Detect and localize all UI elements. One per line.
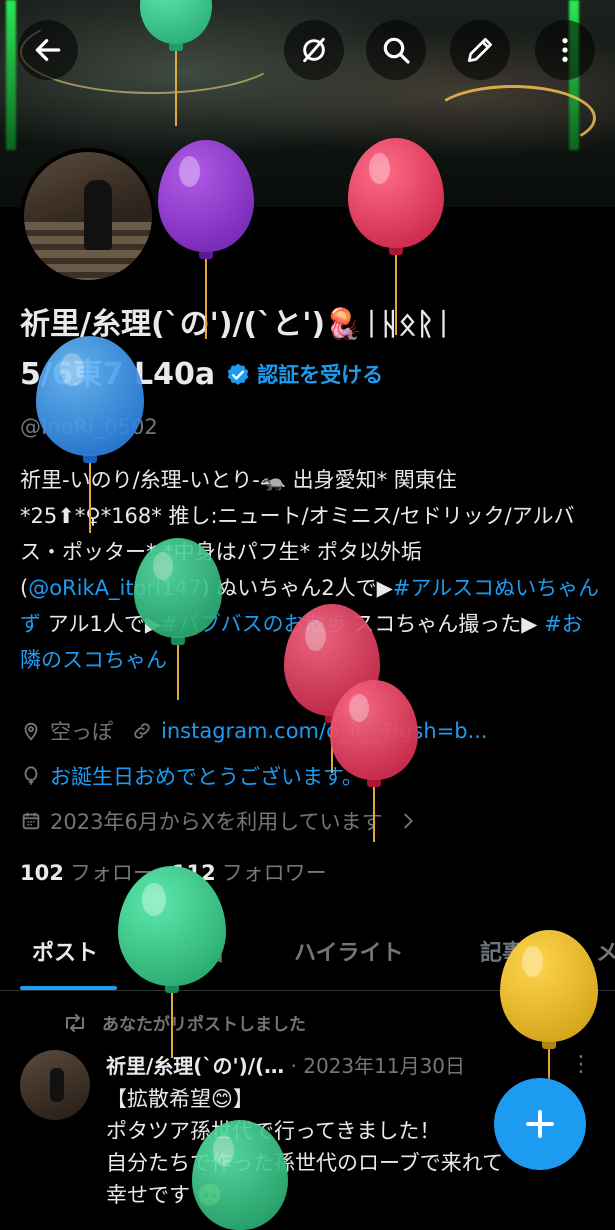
post-line-4: 幸せです 🥺 xyxy=(106,1183,223,1207)
back-button[interactable] xyxy=(18,20,78,80)
profile-avatar[interactable] xyxy=(20,148,156,284)
tab-media[interactable]: メ xyxy=(596,935,615,967)
verify-label: 認証を受ける xyxy=(257,363,384,387)
profile-name: 祈里/糸理(`の')/(`と')🪼ᛁᚺᛟᚱᛁ 5/6東7 L40a 認証を受ける xyxy=(20,305,600,395)
search-icon xyxy=(383,37,410,64)
profile-website-link[interactable]: instagram.com/o_ii__?igsh=b... xyxy=(161,719,488,743)
arrow-left-icon xyxy=(35,39,61,61)
bio-text-2: ) ぬいちゃん2人で▶ xyxy=(201,576,393,600)
compose-post-button[interactable] xyxy=(494,1078,586,1170)
follow-stats: 102 フォロー 112 フォロワー xyxy=(20,857,327,887)
tab-highlights[interactable]: ハイライト xyxy=(294,935,404,967)
repost-label: あなたがリポストしました xyxy=(102,1015,306,1035)
followers-link[interactable]: 112 フォロワー xyxy=(172,857,327,887)
profile-handle: @InoRi_0502 xyxy=(20,415,158,439)
tab-replies[interactable]: 返信 xyxy=(180,935,224,967)
chevron-right-icon xyxy=(403,813,413,829)
more-vertical-icon xyxy=(562,38,568,62)
profile-joined-row[interactable]: 2023年6月からXを利用しています xyxy=(20,806,419,836)
balloon-icon xyxy=(24,766,38,785)
profile-name-line1: 祈里/糸理(`の')/(`と')🪼ᛁᚺᛟᚱᛁ xyxy=(20,307,453,342)
calendar-icon xyxy=(22,812,40,830)
bio-hashtag-2[interactable]: #パブバスのお散歩 xyxy=(161,612,347,636)
followers-label: フォロワー xyxy=(221,861,327,885)
avatar-figure xyxy=(84,180,112,250)
balloon-knot xyxy=(367,778,381,787)
profile-birthday[interactable]: お誕生日おめでとうございます。 xyxy=(50,761,363,791)
balloon-knot xyxy=(199,250,213,259)
followers-count: 112 xyxy=(171,861,216,885)
bio-text-3: アル1人で▶ xyxy=(41,612,161,636)
profile-meta-row: 空っぽ instagram.com/o_ii__?igsh=b... xyxy=(20,716,488,746)
following-count: 102 xyxy=(20,861,64,885)
plus-icon xyxy=(526,1110,554,1138)
location-pin-icon xyxy=(24,722,38,741)
post-date[interactable]: · 2023年11月30日 xyxy=(291,1054,466,1078)
banner-sparkle xyxy=(430,85,596,151)
profile-bio: 祈里-いのり/糸理-いとり-🦡 出身愛知* 関東住 *25⬆*♀*168* 推し… xyxy=(20,462,600,678)
verified-badge-icon xyxy=(227,363,249,385)
active-tab-indicator xyxy=(20,986,117,990)
profile-name-line2: 5/6東7 L40a xyxy=(20,357,216,392)
following-link[interactable]: 102 フォロー xyxy=(20,857,154,887)
tab-posts[interactable]: ポスト xyxy=(32,935,98,967)
slash-circle-icon xyxy=(303,37,325,63)
following-label: フォロー xyxy=(69,861,154,885)
balloon-knot xyxy=(542,1040,556,1049)
profile-tabs: ポスト 返信 ハイライト 記事 メ xyxy=(0,915,615,991)
post-header: 祈里/糸理(`の')/(… · 2023年11月30日 xyxy=(106,1050,576,1079)
verify-button[interactable]: 認証を受ける xyxy=(225,355,383,395)
pencil-icon xyxy=(468,38,492,62)
repost-icon xyxy=(66,1013,84,1032)
balloon-knot xyxy=(389,246,403,255)
post-author[interactable]: 祈里/糸理(`の')/(… xyxy=(106,1054,284,1078)
tab-articles[interactable]: 記事 xyxy=(480,935,524,967)
link-icon xyxy=(134,723,150,739)
profile-birthday-row: お誕生日おめでとうございます。 xyxy=(20,761,363,791)
post-more-icon[interactable]: ⋮ xyxy=(570,1052,592,1077)
edit-button[interactable] xyxy=(450,20,510,80)
post-avatar-figure xyxy=(50,1068,64,1102)
search-button[interactable] xyxy=(366,20,426,80)
banner-light-left xyxy=(6,0,16,150)
profile-location: 空っぽ xyxy=(50,720,113,744)
bio-text-4: スコちゃん撮った▶ xyxy=(346,612,545,636)
repost-indicator: あなたがリポストしました xyxy=(62,1010,306,1035)
post-avatar[interactable] xyxy=(20,1050,90,1120)
mute-button[interactable] xyxy=(284,20,344,80)
more-button[interactable] xyxy=(535,20,595,80)
profile-joined: 2023年6月からXを利用しています xyxy=(50,810,383,834)
bio-mention-link[interactable]: @oRikA_itorI147 xyxy=(28,576,201,600)
